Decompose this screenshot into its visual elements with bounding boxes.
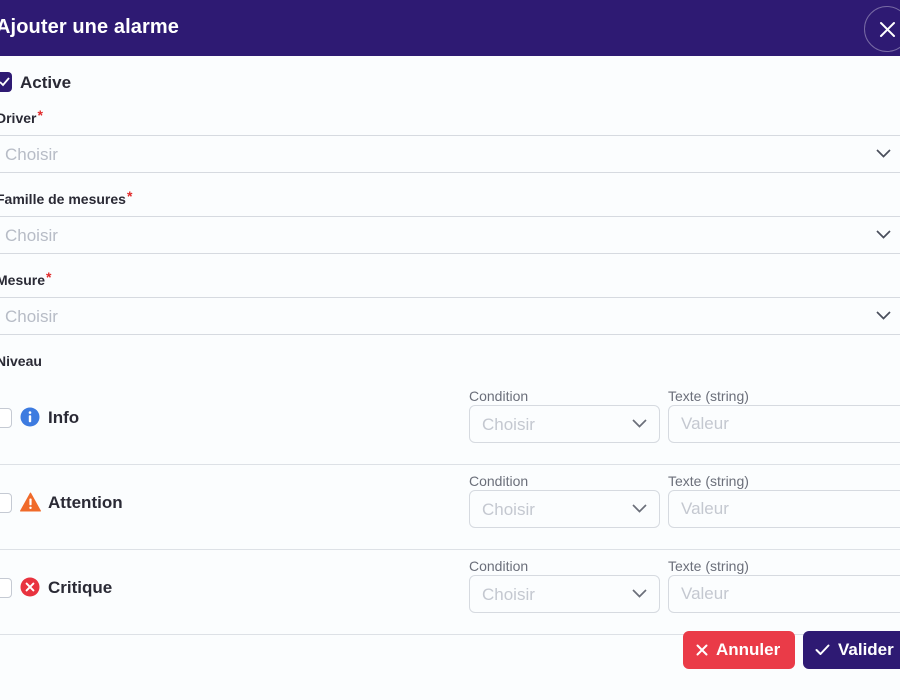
chevron-down-icon	[876, 149, 891, 158]
chevron-down-icon	[632, 589, 647, 598]
close-button[interactable]	[864, 6, 900, 52]
chevron-down-icon	[876, 230, 891, 239]
active-checkbox[interactable]	[0, 72, 12, 92]
checkmark-icon	[0, 77, 10, 87]
condition-label: Condition	[469, 388, 529, 404]
error-icon	[20, 577, 40, 597]
condition-label: Condition	[469, 558, 529, 574]
cancel-label: Annuler	[716, 640, 781, 659]
famille-placeholder: Choisir	[5, 226, 58, 245]
niveau-label: Niveau	[0, 353, 42, 369]
validate-button[interactable]: Valider	[803, 631, 900, 669]
driver-placeholder: Choisir	[5, 145, 58, 164]
level-label: Attention	[48, 493, 123, 512]
mesure-select[interactable]: Choisir	[0, 297, 900, 335]
mesure-placeholder: Choisir	[5, 307, 58, 326]
text-value-input[interactable]	[668, 405, 900, 443]
cancel-button[interactable]: Annuler	[683, 631, 795, 669]
text-value-input[interactable]	[668, 490, 900, 528]
chevron-down-icon	[876, 311, 891, 320]
condition-placeholder: Choisir	[482, 585, 535, 604]
chevron-down-icon	[632, 419, 647, 428]
level-label: Info	[48, 408, 80, 427]
condition-placeholder: Choisir	[482, 500, 535, 519]
level-row-critique: Critique Condition Texte (string) Choisi…	[0, 550, 900, 635]
critique-checkbox[interactable]	[0, 578, 12, 598]
driver-label: Driver*	[0, 107, 43, 126]
condition-label: Condition	[469, 473, 529, 489]
close-icon	[696, 644, 708, 656]
warning-icon	[20, 492, 41, 512]
text-label: Texte (string)	[668, 388, 749, 404]
checkmark-icon	[815, 644, 830, 655]
dialog-title: Ajouter une alarme	[0, 16, 179, 38]
condition-placeholder: Choisir	[482, 415, 535, 434]
validate-label: Valider	[838, 640, 894, 659]
famille-label: Famille de mesures*	[0, 188, 133, 207]
condition-select[interactable]: Choisir	[469, 575, 660, 613]
text-label: Texte (string)	[668, 558, 749, 574]
required-mark: *	[46, 269, 52, 285]
chevron-down-icon	[632, 504, 647, 513]
info-checkbox[interactable]	[0, 408, 12, 428]
close-icon	[880, 22, 895, 37]
driver-select[interactable]: Choisir	[0, 135, 900, 173]
required-mark: *	[37, 107, 43, 123]
famille-select[interactable]: Choisir	[0, 216, 900, 254]
condition-select[interactable]: Choisir	[469, 490, 660, 528]
text-value-input[interactable]	[668, 575, 900, 613]
required-mark: *	[126, 188, 133, 204]
attention-checkbox[interactable]	[0, 493, 12, 513]
info-icon	[20, 407, 40, 427]
dialog-header: Ajouter une alarme	[0, 0, 900, 56]
active-label: Active	[20, 73, 72, 92]
mesure-label: Mesure*	[0, 269, 52, 288]
level-row-info: Info Condition Texte (string) Choisir	[0, 380, 900, 465]
text-label: Texte (string)	[668, 473, 749, 489]
condition-select[interactable]: Choisir	[469, 405, 660, 443]
level-label: Critique	[48, 578, 113, 597]
level-row-attention: Attention Condition Texte (string) Chois…	[0, 465, 900, 550]
